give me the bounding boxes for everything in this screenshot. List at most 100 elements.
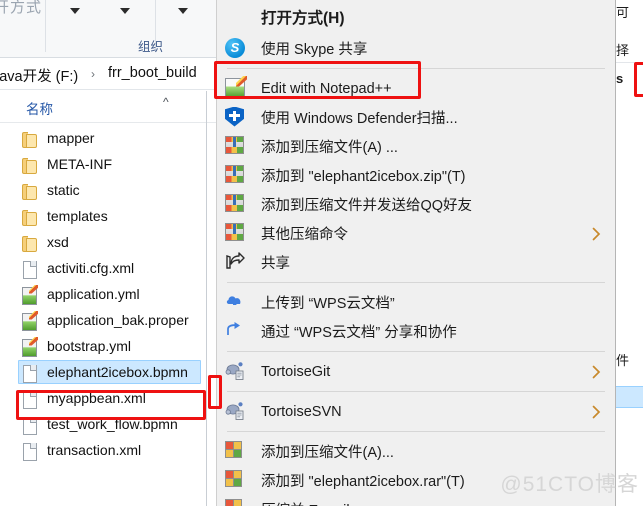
- notepadpp-icon: [225, 77, 247, 100]
- winrar-icon: [225, 193, 247, 216]
- file-name-label: mapper: [47, 130, 95, 146]
- menu-item[interactable]: 添加到压缩文件并发送给QQ好友: [217, 190, 615, 219]
- ribbon-group-organize: 组织: [138, 40, 164, 54]
- document-icon: [21, 441, 38, 461]
- file-name-label: activiti.cfg.xml: [47, 260, 135, 276]
- document-icon: [21, 259, 38, 279]
- skype-icon: S: [225, 37, 247, 60]
- menu-item[interactable]: 添加到压缩文件(A) ...: [217, 132, 615, 161]
- tortoise-icon: [225, 401, 247, 423]
- details-pane-sliver: 可 择 s 件: [616, 0, 643, 506]
- file-list-item[interactable]: transaction.xml: [0, 437, 206, 463]
- menu-item-label: 添加到压缩文件(A) ...: [261, 140, 398, 156]
- menu-item-label: 压缩并 E-mail...: [261, 499, 362, 506]
- file-list-item[interactable]: mapper: [0, 125, 206, 151]
- menu-item[interactable]: 添加到 "elephant2icebox.zip"(T): [217, 161, 615, 190]
- folder-icon: [21, 233, 38, 252]
- winrar-alt-icon: [225, 469, 247, 492]
- menu-item[interactable]: 共享: [217, 248, 615, 277]
- file-name-label: xsd: [47, 234, 69, 250]
- wps-share-icon: [225, 321, 247, 343]
- file-list-item[interactable]: myappbean.xml: [0, 385, 206, 411]
- details-selected-row[interactable]: [616, 386, 643, 408]
- file-name-label: myappbean.xml: [47, 390, 146, 406]
- chevron-right-icon: [592, 227, 601, 241]
- file-list-item[interactable]: elephant2icebox.bpmn: [0, 359, 206, 385]
- menu-item[interactable]: TortoiseSVN: [217, 397, 615, 426]
- menu-item[interactable]: 使用 Windows Defender扫描...: [217, 103, 615, 132]
- chevron-down-icon[interactable]: [178, 8, 188, 14]
- folder-icon: [21, 207, 38, 226]
- yml-file-icon: [21, 337, 38, 357]
- winrar-icon: [225, 135, 247, 158]
- menu-separator: [227, 431, 605, 432]
- chevron-down-icon[interactable]: [120, 8, 130, 14]
- file-list-item[interactable]: activiti.cfg.xml: [0, 255, 206, 281]
- file-name-label: static: [47, 182, 80, 198]
- file-list-item[interactable]: static: [0, 177, 206, 203]
- file-list-item[interactable]: bootstrap.yml: [0, 333, 206, 359]
- ribbon-partial-label: 开方式: [0, 0, 43, 16]
- file-name-label: elephant2icebox.bpmn: [47, 364, 188, 380]
- menu-item-label: 共享: [261, 256, 290, 272]
- menu-item[interactable]: 添加到压缩文件(A)...: [217, 437, 615, 466]
- menu-item[interactable]: TortoiseGit: [217, 357, 615, 386]
- details-divider: [616, 62, 643, 63]
- menu-item[interactable]: Edit with Notepad++: [217, 74, 615, 103]
- share-icon: [225, 251, 247, 274]
- document-icon: [21, 415, 38, 435]
- winrar-icon: [225, 164, 247, 187]
- file-name-label: templates: [47, 208, 108, 224]
- breadcrumb-segment-folder[interactable]: frr_boot_build: [108, 65, 197, 81]
- tortoise-icon: [225, 361, 247, 383]
- folder-icon: [21, 155, 38, 174]
- menu-item-label: 添加到压缩文件并发送给QQ好友: [261, 198, 473, 214]
- winrar-alt-icon: [225, 440, 247, 463]
- details-text-fragment: 件: [616, 353, 630, 368]
- menu-item[interactable]: S 使用 Skype 共享: [217, 34, 615, 63]
- file-list-item[interactable]: templates: [0, 203, 206, 229]
- file-name-label: transaction.xml: [47, 442, 142, 458]
- file-name-label: META-INF: [47, 156, 113, 172]
- menu-item-label: 添加到 "elephant2icebox.zip"(T): [261, 169, 466, 185]
- chevron-right-icon: [592, 365, 601, 379]
- ribbon-divider: [45, 0, 46, 52]
- menu-item-label: 添加到压缩文件(A)...: [261, 445, 394, 461]
- folder-icon: [21, 129, 38, 148]
- menu-separator: [227, 351, 605, 352]
- details-text-fragment: 择: [616, 43, 630, 58]
- file-name-label: application.yml: [47, 286, 140, 302]
- menu-item[interactable]: 通过 “WPS云文档” 分享和协作: [217, 317, 615, 346]
- menu-item-label: TortoiseSVN: [261, 403, 342, 420]
- menu-item-label: 通过 “WPS云文档” 分享和协作: [261, 325, 457, 341]
- winrar-alt-icon: [225, 498, 247, 506]
- file-list-item[interactable]: test_work_flow.bpmn: [0, 411, 206, 437]
- file-list-item[interactable]: application.yml: [0, 281, 206, 307]
- menu-item-label: 其他压缩命令: [261, 227, 348, 243]
- column-header-name[interactable]: 名称: [26, 98, 53, 118]
- breadcrumb-segment-drive[interactable]: java开发 (F:): [0, 65, 78, 86]
- folder-icon: [21, 181, 38, 200]
- watermark: @51CTO博客: [500, 473, 639, 496]
- details-text-fragment: 可: [616, 5, 630, 20]
- menu-separator: [227, 282, 605, 283]
- menu-item-label: TortoiseGit: [261, 363, 331, 380]
- context-menu[interactable]: 打开方式(H) S 使用 Skype 共享 Edit with Notepad++ 使用…: [216, 0, 616, 506]
- yml-file-icon: [21, 285, 38, 305]
- file-list-item[interactable]: application_bak.proper: [0, 307, 206, 333]
- yml-file-icon: [21, 311, 38, 331]
- menu-header: 打开方式(H): [217, 0, 615, 34]
- defender-icon: [225, 106, 247, 129]
- screenshot-root: 开方式 组织 java开发 (F:) › frr_boot_build 名称 ^…: [0, 0, 643, 506]
- menu-item[interactable]: 上传到 “WPS云文档”: [217, 288, 615, 317]
- file-list[interactable]: mapper META-INF static templates xsd activiti…: [0, 125, 206, 506]
- sort-ascending-icon: ^: [163, 95, 169, 109]
- menu-separator: [227, 391, 605, 392]
- menu-item[interactable]: 其他压缩命令: [217, 219, 615, 248]
- file-name-label: bootstrap.yml: [47, 338, 132, 354]
- file-list-item[interactable]: META-INF: [0, 151, 206, 177]
- chevron-down-icon[interactable]: [70, 8, 80, 14]
- menu-item-label: 使用 Windows Defender扫描...: [261, 111, 458, 127]
- chevron-right-icon: [592, 405, 601, 419]
- file-list-item[interactable]: xsd: [0, 229, 206, 255]
